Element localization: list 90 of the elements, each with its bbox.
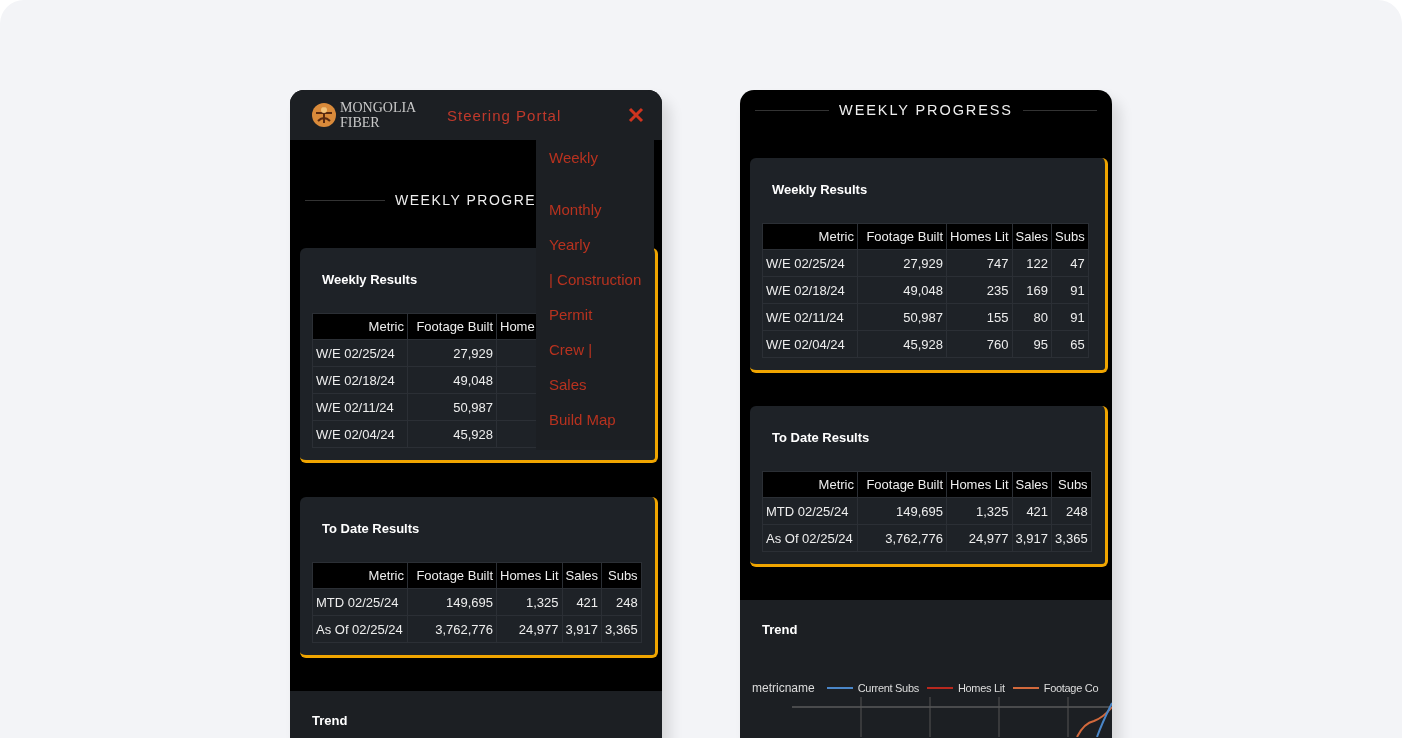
legend-label: Current Subs bbox=[857, 682, 919, 694]
column-header: Home bbox=[496, 313, 539, 340]
menu-item[interactable]: Permit bbox=[549, 305, 654, 340]
table-cell: 45,928 bbox=[407, 420, 497, 448]
table-cell: W/E 02/25/24 bbox=[762, 249, 858, 277]
portal-title: Steering Portal bbox=[447, 106, 563, 124]
menu-item[interactable]: Crew | bbox=[549, 340, 654, 375]
column-header: Subs bbox=[1051, 471, 1092, 498]
table-cell: 49,048 bbox=[857, 276, 947, 304]
table-cell: W/E 02/04/24 bbox=[762, 330, 858, 358]
table-cell: 80 bbox=[1012, 303, 1052, 331]
table-cell: 1,325 bbox=[946, 497, 1013, 525]
table-cell: 155 bbox=[946, 303, 1013, 331]
table-cell: 169 bbox=[1012, 276, 1052, 304]
table-cell: 49,048 bbox=[407, 366, 497, 394]
menu-item[interactable]: Sales bbox=[549, 375, 654, 410]
table-cell: W/E 02/18/24 bbox=[312, 366, 408, 394]
legend-title: metricname bbox=[752, 681, 815, 695]
table-cell: As Of 02/25/24 bbox=[762, 524, 858, 552]
column-header: Subs bbox=[1051, 223, 1089, 250]
table-cell: 3,365 bbox=[1051, 524, 1092, 552]
table-cell: MTD 02/25/24 bbox=[762, 497, 858, 525]
column-header: Metric bbox=[312, 313, 408, 340]
table-cell: 248 bbox=[1051, 497, 1092, 525]
table-cell: 1,325 bbox=[496, 588, 563, 616]
column-header: Metric bbox=[762, 223, 858, 250]
card-title: Weekly Results bbox=[322, 272, 418, 287]
table-cell: As Of 02/25/24 bbox=[312, 615, 408, 643]
table-cell: 3,917 bbox=[1012, 524, 1052, 552]
table-cell: 24,977 bbox=[496, 615, 563, 643]
card-title: To Date Results bbox=[322, 521, 420, 536]
table-cell: 3,365 bbox=[601, 615, 642, 643]
column-header: Footage Built bbox=[857, 471, 947, 498]
page-title: WEEKLY PROGRESS bbox=[839, 102, 1013, 118]
column-header: Metric bbox=[762, 471, 858, 498]
column-header: Homes Lit bbox=[496, 562, 563, 589]
column-header: Sales bbox=[1012, 223, 1052, 250]
close-icon[interactable] bbox=[628, 107, 644, 123]
table-cell: W/E 02/11/24 bbox=[312, 393, 408, 421]
table-cell: 747 bbox=[946, 249, 1013, 277]
menu-item[interactable]: Monthly bbox=[549, 200, 654, 235]
trend-title: Trend bbox=[762, 622, 799, 637]
table-cell: 122 bbox=[1012, 249, 1052, 277]
column-header: Sales bbox=[1012, 471, 1052, 498]
table-cell: 95 bbox=[1012, 330, 1052, 358]
legend-label: Homes Lit bbox=[957, 682, 1005, 694]
table-cell: W/E 02/11/24 bbox=[762, 303, 858, 331]
table-cell: 760 bbox=[946, 330, 1013, 358]
table-cell: 24,977 bbox=[946, 524, 1013, 552]
table-cell: 27,929 bbox=[857, 249, 947, 277]
column-header: Footage Built bbox=[407, 562, 497, 589]
table-cell: 235 bbox=[946, 276, 1013, 304]
table-cell: 50,987 bbox=[407, 393, 497, 421]
logo-icon bbox=[310, 101, 338, 129]
card-title: To Date Results bbox=[772, 430, 870, 445]
table-cell: 47 bbox=[1051, 249, 1089, 277]
menu-item[interactable]: Yearly bbox=[549, 235, 654, 270]
table-cell: 149,695 bbox=[857, 497, 947, 525]
table-cell: 50,987 bbox=[857, 303, 947, 331]
table-cell: 65 bbox=[1051, 330, 1089, 358]
column-header: Footage Built bbox=[407, 313, 497, 340]
table-cell: 91 bbox=[1051, 276, 1089, 304]
column-header: Homes Lit bbox=[946, 223, 1013, 250]
menu-item[interactable]: Build Map bbox=[549, 410, 654, 445]
table-cell: 421 bbox=[1012, 497, 1052, 525]
table-cell: W/E 02/25/24 bbox=[312, 339, 408, 367]
table-cell: MTD 02/25/24 bbox=[312, 588, 408, 616]
table-cell: 149,695 bbox=[407, 588, 497, 616]
table-cell: W/E 02/04/24 bbox=[312, 420, 408, 448]
table-cell: 421 bbox=[562, 588, 602, 616]
legend-label: Footage Co bbox=[1043, 682, 1099, 694]
logo-text: MONGOLIA FIBER bbox=[340, 100, 417, 130]
menu-item[interactable]: Weekly bbox=[549, 148, 654, 200]
table-cell: 45,928 bbox=[857, 330, 947, 358]
column-header: Subs bbox=[601, 562, 642, 589]
table-cell: 91 bbox=[1051, 303, 1089, 331]
table-cell: 3,762,776 bbox=[407, 615, 497, 643]
table-cell: 27,929 bbox=[407, 339, 497, 367]
column-header: Metric bbox=[312, 562, 408, 589]
table-cell: 3,917 bbox=[562, 615, 602, 643]
column-header: Footage Built bbox=[857, 223, 947, 250]
table-cell: W/E 02/18/24 bbox=[762, 276, 858, 304]
menu-item[interactable]: | Construction bbox=[549, 270, 654, 305]
table-cell: 248 bbox=[601, 588, 642, 616]
table-cell: 3,762,776 bbox=[857, 524, 947, 552]
column-header: Homes Lit bbox=[946, 471, 1013, 498]
page-title: WEEKLY PROGRE bbox=[395, 192, 537, 208]
card-title: Weekly Results bbox=[772, 182, 868, 197]
column-header: Sales bbox=[562, 562, 602, 589]
trend-title: Trend bbox=[312, 713, 349, 728]
